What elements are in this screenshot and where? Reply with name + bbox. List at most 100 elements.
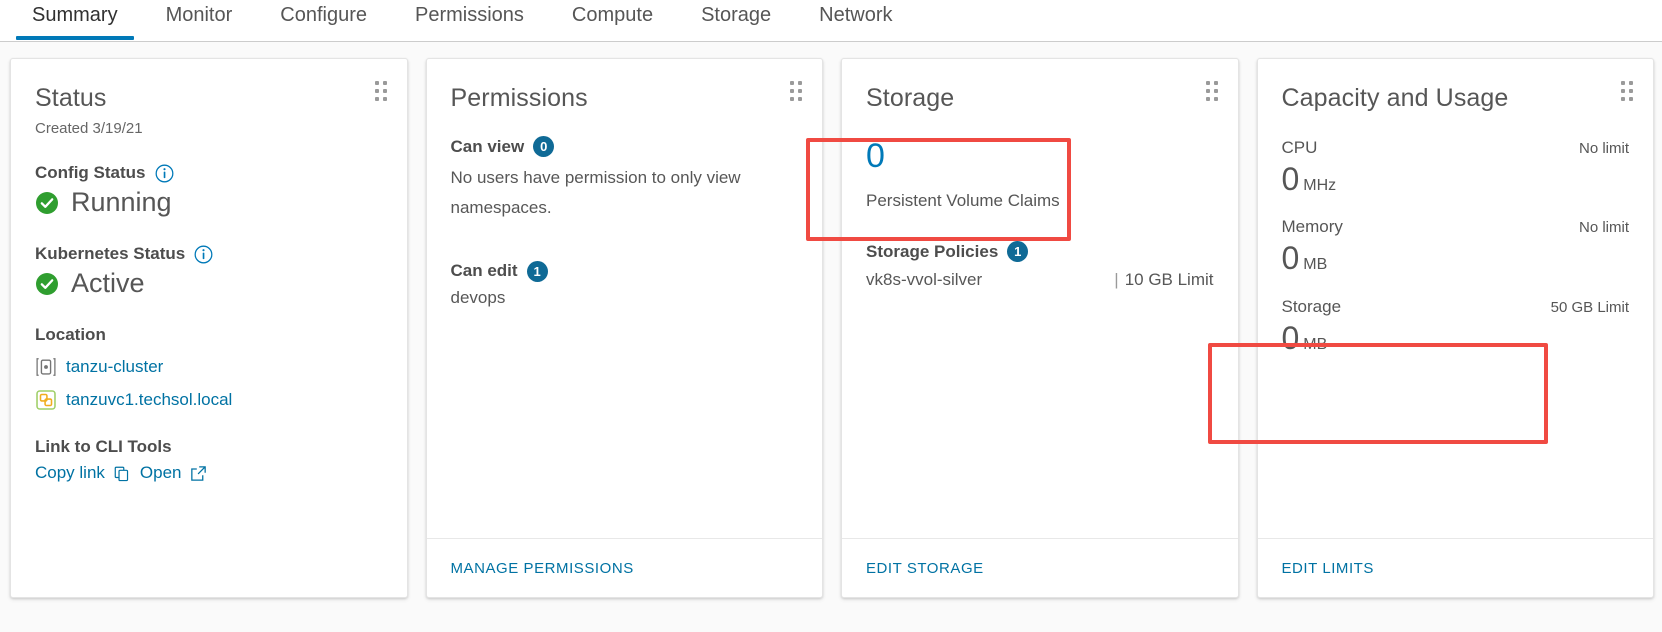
card-grid: Status Created 3/19/21 Config Status Run… <box>10 58 1654 598</box>
edit-storage-button[interactable]: EDIT STORAGE <box>866 560 984 577</box>
tab-monitor[interactable]: Monitor <box>142 0 257 40</box>
summary-page: Summary Monitor Configure Permissions Co… <box>0 0 1662 632</box>
info-circle-icon[interactable] <box>155 164 174 183</box>
tab-storage[interactable]: Storage <box>677 0 795 40</box>
tab-permissions[interactable]: Permissions <box>391 0 548 40</box>
status-card: Status Created 3/19/21 Config Status Run… <box>10 58 408 598</box>
tab-compute[interactable]: Compute <box>548 0 677 40</box>
status-card-title: Status <box>35 84 107 112</box>
config-status-label: Config Status <box>35 163 383 183</box>
memory-value-row: 0 MB <box>1282 237 1630 280</box>
status-card-footer <box>11 539 407 597</box>
pvc-count: 0 <box>866 137 885 176</box>
cli-links-row: Copy link Open <box>35 463 383 483</box>
storage-value-row: 0 MB <box>1282 317 1630 360</box>
kubernetes-status-value: Active <box>71 268 145 299</box>
storage-limit: 50 GB Limit <box>1550 298 1629 316</box>
capacity-card-title: Capacity and Usage <box>1281 84 1509 112</box>
location-vcenter-link[interactable]: tanzuvc1.techsol.local <box>66 390 232 410</box>
storage-policy-limit: | 10 GB Limit <box>1114 270 1213 290</box>
permissions-card: Permissions Can view 0 No users have per… <box>425 58 823 598</box>
copy-icon[interactable] <box>113 465 130 482</box>
location-cluster-link[interactable]: tanzu-cluster <box>66 357 163 377</box>
tab-configure[interactable]: Configure <box>256 0 391 40</box>
can-edit-user: devops <box>450 287 506 307</box>
created-date: Created 3/19/21 <box>35 120 143 138</box>
location-label: Location <box>35 325 383 345</box>
pvc-block: 0 Persistent Volume Claims <box>866 136 1214 211</box>
capacity-and-usage-card: Capacity and Usage CPU No limit 0 MHz Mem… <box>1256 58 1654 598</box>
permissions-card-footer: MANAGE PERMISSIONS <box>426 538 822 597</box>
cpu-value-row: 0 MHz <box>1282 158 1630 201</box>
edit-limits-button[interactable]: EDIT LIMITS <box>1282 560 1374 577</box>
tab-label: Network <box>819 4 893 26</box>
policy-separator: | <box>1114 270 1119 290</box>
location-label-text: Location <box>35 325 106 345</box>
kubernetes-status-label: Kubernetes Status <box>35 244 383 264</box>
storage-card-title: Storage <box>866 84 955 112</box>
storage-card-footer: EDIT STORAGE <box>842 538 1238 597</box>
can-edit-header: Can edit 1 <box>451 260 799 282</box>
location-cluster-row[interactable]: tanzu-cluster <box>35 356 383 378</box>
manage-permissions-button[interactable]: MANAGE PERMISSIONS <box>451 560 634 577</box>
capacity-row-storage: Storage 50 GB Limit 0 MB <box>1282 297 1630 360</box>
can-view-header: Can view 0 <box>450 136 799 158</box>
tab-label: Configure <box>280 4 367 26</box>
capacity-card-body: Capacity and Usage CPU No limit 0 MHz Mem… <box>1258 59 1654 538</box>
tab-label: Storage <box>701 4 772 26</box>
storage-policies-label: Storage Policies <box>866 241 999 261</box>
check-circle-icon <box>36 272 58 295</box>
can-edit-count-badge: 1 <box>526 260 548 282</box>
capacity-card-footer: EDIT LIMITS <box>1257 538 1653 597</box>
copy-link-button[interactable]: Copy link <box>35 463 105 483</box>
pvc-label: Persistent Volume Claims <box>866 191 1060 211</box>
location-vcenter-row[interactable]: tanzuvc1.techsol.local <box>35 389 383 411</box>
memory-head: Memory No limit <box>1282 217 1630 237</box>
storage-policy-name: vk8s-vvol-silver <box>866 270 983 290</box>
storage-policy-limit-value: 10 GB Limit <box>1124 270 1214 290</box>
storage-policy-row: vk8s-vvol-silver | 10 GB Limit <box>866 270 1214 290</box>
check-circle-icon <box>36 191 58 214</box>
config-status-text: Config Status <box>35 163 146 183</box>
drag-handle-icon[interactable] <box>790 81 808 103</box>
storage-head: Storage 50 GB Limit <box>1282 297 1630 317</box>
capacity-row-cpu: CPU No limit 0 MHz <box>1282 138 1630 201</box>
memory-value: 0 <box>1281 240 1300 277</box>
tab-label: Monitor <box>165 4 233 26</box>
memory-limit: No limit <box>1578 219 1629 237</box>
tab-network[interactable]: Network <box>795 0 916 40</box>
tab-label: Permissions <box>415 4 524 26</box>
vcenter-icon <box>36 390 56 411</box>
drag-handle-icon[interactable] <box>374 81 393 103</box>
storage-policies-header: Storage Policies 1 <box>866 241 1214 263</box>
memory-unit: MB <box>1303 256 1328 274</box>
storage-label: Storage <box>1281 296 1342 316</box>
storage-unit: MB <box>1303 335 1328 353</box>
tab-label: Compute <box>571 4 654 26</box>
drag-handle-icon[interactable] <box>1621 81 1639 103</box>
open-link-button[interactable]: Open <box>140 463 182 483</box>
can-view-label: Can view <box>450 136 525 156</box>
drag-handle-icon[interactable] <box>1205 81 1224 103</box>
capacity-row-memory: Memory No limit 0 MB <box>1282 217 1630 280</box>
kubernetes-status-text: Kubernetes Status <box>35 244 186 264</box>
cli-tools-label: Link to CLI Tools <box>35 437 383 457</box>
can-view-count-badge: 0 <box>533 136 555 158</box>
config-status-value-row: Running <box>35 187 383 218</box>
tab-summary[interactable]: Summary <box>8 0 142 40</box>
cluster-icon <box>36 358 56 377</box>
status-card-body: Status Created 3/19/21 Config Status Run… <box>11 59 407 539</box>
storage-card-body: Storage 0 Persistent Volume Claims Stora… <box>842 59 1238 538</box>
tab-label: Summary <box>32 4 118 26</box>
kubernetes-status-value-row: Active <box>35 268 383 299</box>
permissions-card-body: Permissions Can view 0 No users have per… <box>427 59 823 538</box>
cli-tools-label-text: Link to CLI Tools <box>35 437 172 457</box>
cpu-label: CPU <box>1281 138 1318 158</box>
external-link-icon[interactable] <box>190 465 207 482</box>
cpu-limit: No limit <box>1578 140 1629 158</box>
storage-policies-count-badge: 1 <box>1007 241 1029 263</box>
info-circle-icon[interactable] <box>194 245 213 264</box>
cpu-head: CPU No limit <box>1282 138 1630 158</box>
memory-label: Memory <box>1281 217 1343 237</box>
config-status-value: Running <box>71 187 172 218</box>
